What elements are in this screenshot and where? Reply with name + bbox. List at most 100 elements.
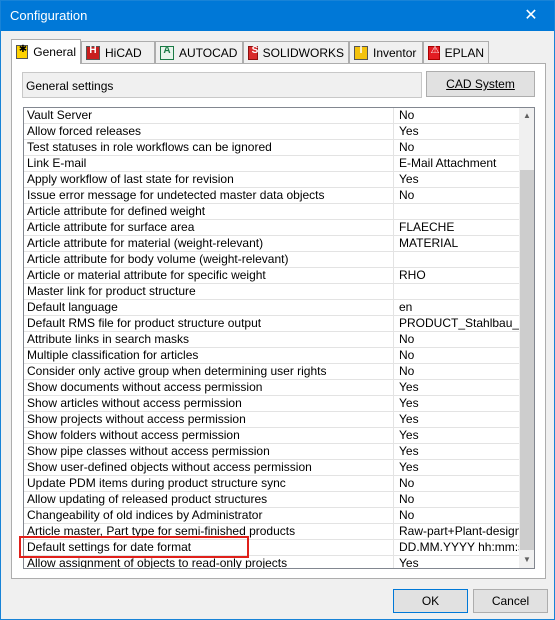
tab-solidworks[interactable]: S SOLIDWORKS	[243, 41, 349, 63]
table-row[interactable]: Link E-mail E-Mail Attachment	[24, 156, 519, 172]
setting-name: Show documents without access permission	[24, 380, 394, 396]
setting-name: Link E-mail	[24, 156, 394, 172]
setting-value[interactable]: E-Mail Attachment	[395, 156, 519, 172]
setting-name: Article attribute for body volume (weigh…	[24, 252, 394, 268]
setting-value[interactable]: PRODUCT_Stahlbau_01	[395, 316, 519, 332]
table-row[interactable]: Default settings for date format DD.MM.YY…	[24, 540, 519, 556]
setting-name: Test statuses in role workflows can be i…	[24, 140, 394, 156]
table-row[interactable]: Allow forced releases Yes	[24, 124, 519, 140]
scroll-down-icon[interactable]: ▼	[519, 552, 534, 568]
setting-value[interactable]: No	[395, 508, 519, 524]
setting-value[interactable]: No	[395, 108, 519, 124]
table-row[interactable]: Update PDM items during product structur…	[24, 476, 519, 492]
setting-name: Default RMS file for product structure o…	[24, 316, 394, 332]
setting-value[interactable]: Yes	[395, 124, 519, 140]
setting-value[interactable]: No	[395, 332, 519, 348]
setting-value[interactable]: Yes	[395, 412, 519, 428]
setting-value[interactable]: en	[395, 300, 519, 316]
tab-general[interactable]: ✱ General	[11, 39, 81, 64]
setting-value[interactable]: No	[395, 476, 519, 492]
table-row[interactable]: Show documents without access permission…	[24, 380, 519, 396]
setting-name: Show projects without access permission	[24, 412, 394, 428]
table-row[interactable]: Show articles without access permission Y…	[24, 396, 519, 412]
setting-value[interactable]: Raw-part+Plant-design	[395, 524, 519, 540]
table-row[interactable]: Test statuses in role workflows can be i…	[24, 140, 519, 156]
table-row[interactable]: Vault Server No	[24, 108, 519, 124]
scroll-up-icon[interactable]: ▲	[519, 108, 534, 124]
ok-button[interactable]: OK	[393, 589, 468, 613]
vertical-scrollbar[interactable]: ▲ ▼	[519, 108, 534, 568]
setting-value[interactable]	[395, 204, 519, 220]
table-row[interactable]: Apply workflow of last state for revisio…	[24, 172, 519, 188]
table-row[interactable]: Show pipe classes without access permiss…	[24, 444, 519, 460]
table-row[interactable]: Allow updating of released product struc…	[24, 492, 519, 508]
setting-name: Show user-defined objects without access…	[24, 460, 394, 476]
setting-value[interactable]: No	[395, 140, 519, 156]
table-row[interactable]: Show projects without access permission Y…	[24, 412, 519, 428]
setting-value[interactable]: Yes	[395, 396, 519, 412]
window-title: Configuration	[10, 8, 88, 23]
table-row[interactable]: Show user-defined objects without access…	[24, 460, 519, 476]
table-row[interactable]: Attribute links in search masks No	[24, 332, 519, 348]
autocad-icon: A	[160, 45, 174, 60]
table-row[interactable]: Consider only active group when determin…	[24, 364, 519, 380]
table-row[interactable]: Article attribute for surface area FLAECH…	[24, 220, 519, 236]
setting-value[interactable]: DD.MM.YYYY hh:mm:ss	[395, 540, 519, 556]
setting-name: Article attribute for defined weight	[24, 204, 394, 220]
setting-name: Article attribute for material (weight-r…	[24, 236, 394, 252]
group-label: General settings	[22, 72, 422, 98]
setting-value[interactable]: Yes	[395, 460, 519, 476]
setting-value[interactable]	[395, 284, 519, 300]
setting-value[interactable]: FLAECHE	[395, 220, 519, 236]
setting-name: Consider only active group when determin…	[24, 364, 394, 380]
tab-autocad[interactable]: A AUTOCAD	[155, 41, 243, 63]
setting-value[interactable]: No	[395, 188, 519, 204]
cad-system-button[interactable]: CAD System	[426, 71, 535, 97]
configuration-window: Configuration ✕ ✱ General H HiCAD A AUTO…	[0, 0, 555, 620]
setting-name: Article or material attribute for specif…	[24, 268, 394, 284]
table-row[interactable]: Article attribute for body volume (weigh…	[24, 252, 519, 268]
setting-value[interactable]: No	[395, 364, 519, 380]
cancel-button[interactable]: Cancel	[473, 589, 548, 613]
setting-value[interactable]: Yes	[395, 380, 519, 396]
table-row[interactable]: Show folders without access permission Ye…	[24, 428, 519, 444]
tab-label: General	[33, 45, 76, 59]
tab-label: EPLAN	[444, 45, 484, 60]
scroll-thumb[interactable]	[520, 170, 534, 550]
setting-name: Master link for product structure	[24, 284, 394, 300]
setting-name: Article master, Part type for semi-finis…	[24, 524, 394, 540]
tab-inventor[interactable]: I Inventor	[349, 41, 423, 63]
setting-value[interactable]: No	[395, 348, 519, 364]
table-row[interactable]: Default language en	[24, 300, 519, 316]
setting-name: Issue error message for undetected maste…	[24, 188, 394, 204]
setting-value[interactable]: Yes	[395, 172, 519, 188]
general-icon: ✱	[16, 44, 29, 59]
setting-value[interactable]: Yes	[395, 556, 519, 568]
table-row[interactable]: Multiple classification for articles No	[24, 348, 519, 364]
table-row[interactable]: Article attribute for defined weight	[24, 204, 519, 220]
table-row[interactable]: Allow assignment of objects to read-only…	[24, 556, 519, 568]
setting-value[interactable]: MATERIAL	[395, 236, 519, 252]
table-row[interactable]: Default RMS file for product structure o…	[24, 316, 519, 332]
setting-name: Show folders without access permission	[24, 428, 394, 444]
table-row[interactable]: Article attribute for material (weight-r…	[24, 236, 519, 252]
table-row[interactable]: Changeability of old indices by Administ…	[24, 508, 519, 524]
setting-value[interactable]	[395, 252, 519, 268]
tab-eplan[interactable]: ⚠ EPLAN	[423, 41, 489, 63]
general-settings-panel: General settings CAD System Allow assign…	[11, 63, 546, 579]
setting-name: Default language	[24, 300, 394, 316]
setting-value[interactable]: No	[395, 492, 519, 508]
setting-value[interactable]: Yes	[395, 428, 519, 444]
settings-grid[interactable]: Allow assignment of objects to read-only…	[23, 107, 535, 569]
setting-value[interactable]: RHO	[395, 268, 519, 284]
table-row[interactable]: Article master, Part type for semi-finis…	[24, 524, 519, 540]
tab-hicad[interactable]: H HiCAD	[81, 41, 155, 63]
close-icon[interactable]: ✕	[508, 1, 554, 31]
setting-value[interactable]: Yes	[395, 444, 519, 460]
table-row[interactable]: Master link for product structure	[24, 284, 519, 300]
setting-name: Allow forced releases	[24, 124, 394, 140]
setting-name: Show articles without access permission	[24, 396, 394, 412]
setting-name: Article attribute for surface area	[24, 220, 394, 236]
table-row[interactable]: Article or material attribute for specif…	[24, 268, 519, 284]
table-row[interactable]: Issue error message for undetected maste…	[24, 188, 519, 204]
